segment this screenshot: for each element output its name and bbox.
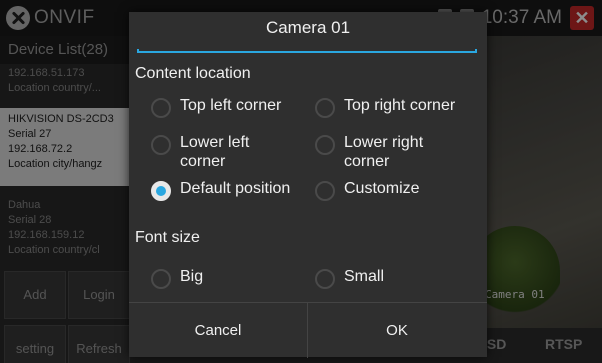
option-label: Top left corner [180,97,282,114]
option-label: Small [344,268,385,285]
option-lower-left[interactable]: Lower left corner [151,133,290,171]
ok-button[interactable]: OK [308,303,486,358]
radio-icon[interactable] [151,98,171,118]
radio-icon[interactable] [315,181,335,201]
option-font-big[interactable]: Big [151,267,203,289]
option-label: Customize [344,180,420,197]
radio-icon[interactable] [151,181,171,201]
radio-icon[interactable] [151,269,171,289]
cancel-button[interactable]: Cancel [129,303,307,358]
option-label: Top right corner [344,97,456,114]
option-top-left[interactable]: Top left corner [151,96,281,118]
osd-settings-dialog: Camera 01 Content location Top left corn… [129,12,487,358]
dialog-title: Camera 01 [265,18,351,37]
dialog-footer: Cancel OK [129,302,487,358]
option-label: Big [180,268,204,285]
content-location-label: Content location [135,65,251,82]
option-top-right[interactable]: Top right corner [315,96,455,118]
option-lower-right[interactable]: Lower right corner [315,133,454,171]
option-label: Default position [180,180,291,197]
option-default-position[interactable]: Default position [151,179,290,201]
radio-icon[interactable] [315,98,335,118]
option-customize[interactable]: Customize [315,179,420,201]
radio-icon[interactable] [315,269,335,289]
title-underline [137,49,477,53]
font-size-label: Font size [135,229,200,246]
option-label: Lower right corner [344,134,424,170]
radio-icon[interactable] [151,135,171,155]
option-font-small[interactable]: Small [315,267,384,289]
option-label: Lower left corner [180,134,250,170]
radio-icon[interactable] [315,135,335,155]
